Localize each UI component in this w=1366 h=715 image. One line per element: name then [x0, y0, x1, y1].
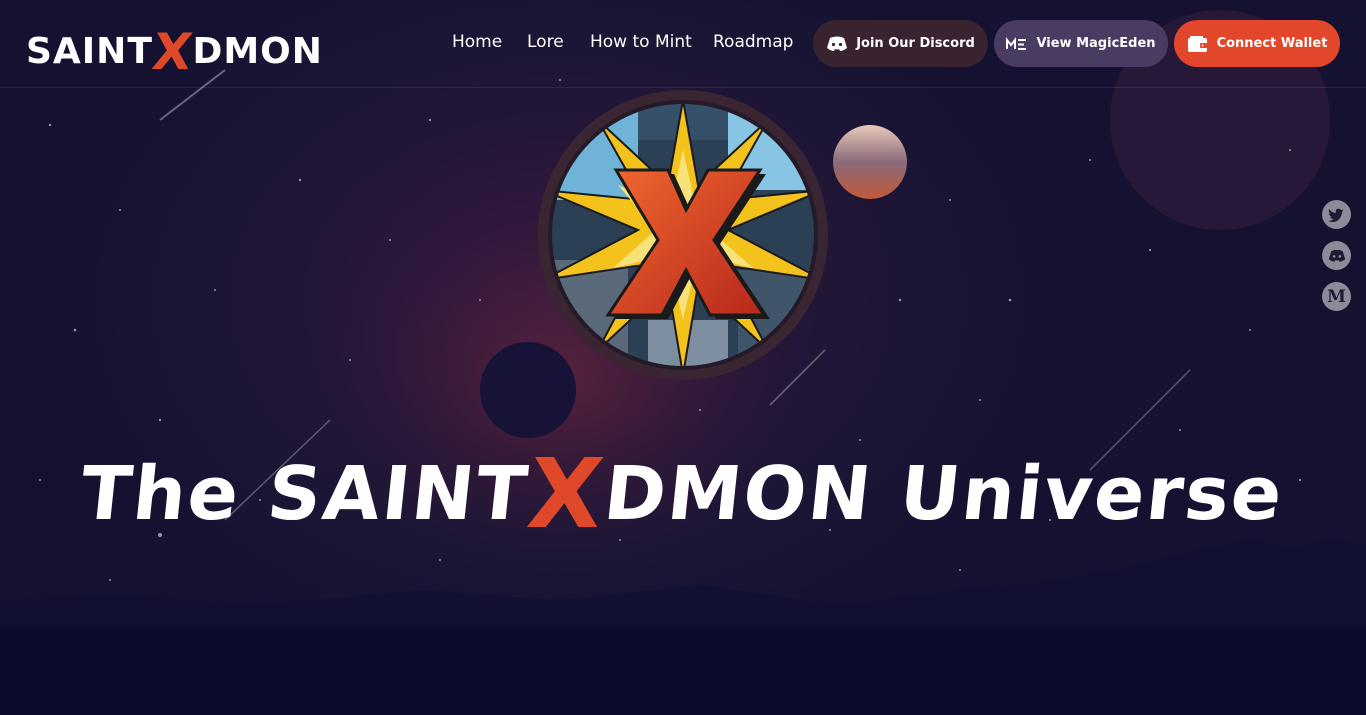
logo-prefix: SAINT [26, 31, 153, 72]
logo-x: X [148, 23, 197, 81]
hero-title-x: X [522, 438, 611, 550]
hero-title-prefix: The SAINT [76, 451, 533, 537]
hero-title-suffix: DMON Universe [599, 451, 1288, 537]
nav-home[interactable]: Home [452, 32, 502, 52]
join-discord-button[interactable]: Join Our Discord [813, 20, 988, 67]
planet-small [833, 125, 907, 199]
connect-wallet-label: Connect Wallet [1216, 36, 1328, 51]
view-magiceden-label: View MagicEden [1036, 36, 1156, 51]
discord-social-button[interactable] [1322, 241, 1351, 270]
saintxdmon-emblem [538, 90, 828, 380]
logo-suffix: DMON [192, 31, 323, 72]
connect-wallet-button[interactable]: Connect Wallet [1174, 20, 1340, 67]
wallet-icon [1187, 35, 1207, 52]
brand-logo[interactable]: SAINTXDMON [26, 23, 323, 81]
twitter-social-button[interactable] [1322, 200, 1351, 229]
discord-icon [827, 36, 848, 51]
medium-social-button[interactable]: M [1322, 282, 1351, 311]
nav-how-to-mint[interactable]: How to Mint [590, 32, 692, 52]
top-navigation-bar: SAINTXDMON Home Lore How to Mint Roadmap… [0, 0, 1366, 88]
join-discord-label: Join Our Discord [856, 36, 975, 51]
magiceden-icon [1006, 36, 1027, 50]
view-magiceden-button[interactable]: View MagicEden [994, 20, 1168, 67]
medium-icon: M [1327, 286, 1346, 307]
nav-lore[interactable]: Lore [527, 32, 564, 52]
nav-roadmap[interactable]: Roadmap [713, 32, 793, 52]
hero-title: The SAINTXDMON Universe [0, 430, 1366, 550]
discord-icon [1328, 249, 1345, 262]
twitter-icon [1328, 208, 1344, 222]
